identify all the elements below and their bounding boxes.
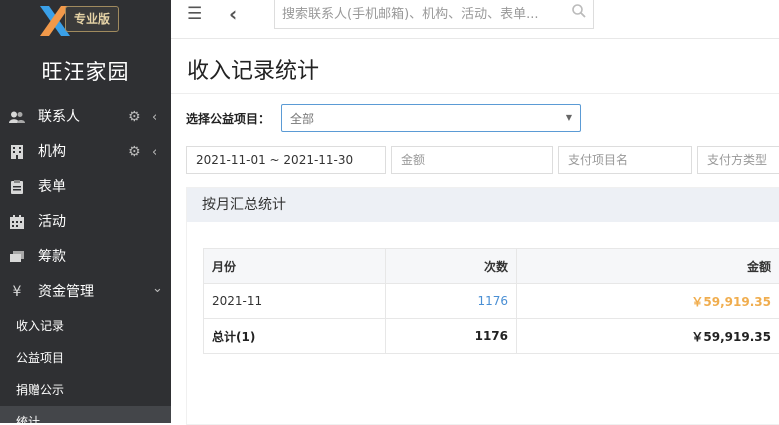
table-row: 2021-11 1176 ￥59,919.35 (204, 284, 779, 319)
cell-amount: ￥59,919.35 (517, 284, 779, 319)
sidebar-item-label: 表单 (38, 179, 66, 195)
payer-type-input[interactable] (698, 147, 779, 173)
contacts-icon (8, 100, 26, 135)
page-header: 收入记录统计 (171, 39, 779, 94)
column-header-amount[interactable]: 金额 (517, 249, 779, 284)
sidebar-item-fund-management[interactable]: ¥ 资金管理 ⌄ (0, 275, 171, 310)
search-box (274, 0, 594, 29)
payer-type-field[interactable] (697, 146, 779, 174)
topbar: ☰ ‹ (171, 0, 779, 39)
chevron-left-icon[interactable]: ‹ (152, 135, 157, 170)
search-icon[interactable] (571, 3, 587, 19)
app-name: 旺汪家园 (0, 56, 171, 86)
date-range-field[interactable] (186, 146, 386, 174)
cell-month: 2021-11 (204, 284, 386, 319)
project-select-value: 全部 (290, 110, 314, 127)
sidebar-item-contacts[interactable]: 联系人 ⚙ ‹ (0, 100, 171, 135)
sidebar-item-label: 活动 (38, 214, 66, 230)
amount-input[interactable] (392, 147, 552, 173)
item-name-field[interactable] (558, 146, 692, 174)
column-header-month[interactable]: 月份 (204, 249, 386, 284)
gear-icon[interactable]: ⚙ (128, 100, 141, 135)
column-header-count[interactable]: 次数 (386, 249, 517, 284)
total-label: 总计(1) (204, 319, 386, 354)
building-icon (8, 135, 26, 170)
sidebar-item-label: 联系人 (38, 109, 80, 125)
gear-icon[interactable]: ⚙ (128, 135, 141, 170)
clipboard-icon (8, 170, 26, 205)
search-input[interactable] (280, 3, 564, 25)
sidebar-item-forms[interactable]: 表单 (0, 170, 171, 205)
cell-count-link[interactable]: 1176 (386, 284, 517, 319)
project-filter-label: 选择公益项目： (186, 110, 270, 127)
calendar-icon (8, 205, 26, 240)
sidebar-item-activities[interactable]: 活动 (0, 205, 171, 240)
sidebar-item-label: 筹款 (38, 249, 66, 265)
monthly-stats-table: 月份 次数 金额 2021-11 1176 ￥59,919.35 总计(1) 1… (203, 248, 779, 354)
sidebar-subitem-charity-projects[interactable]: 公益项目 (0, 342, 171, 374)
logo-area: 专业版 旺汪家园 (0, 0, 171, 100)
project-select[interactable]: 全部 ▼ (281, 104, 581, 132)
sidebar-item-label: 机构 (38, 144, 66, 160)
money-icon (8, 240, 26, 275)
sidebar-subitem-income-records[interactable]: 收入记录 (0, 310, 171, 342)
total-amount: ￥59,919.35 (517, 319, 779, 354)
amount-field[interactable] (391, 146, 553, 174)
caret-down-icon: ▼ (566, 113, 572, 122)
sidebar-item-label: 资金管理 (38, 284, 94, 300)
table-header-row: 月份 次数 金额 (204, 249, 779, 284)
hamburger-menu-icon[interactable]: ☰ (187, 4, 202, 24)
chevron-down-icon[interactable]: ⌄ (152, 271, 163, 306)
yen-icon: ¥ (8, 275, 26, 310)
chevron-left-icon[interactable]: ‹ (229, 2, 237, 26)
page-title: 收入记录统计 (187, 53, 319, 85)
date-range-input[interactable] (187, 147, 385, 173)
item-name-input[interactable] (559, 147, 691, 173)
edition-badge: 专业版 (65, 6, 119, 32)
sidebar: 专业版 旺汪家园 联系人 ⚙ ‹ 机构 ⚙ ‹ 表单 活动 筹款 ¥ (0, 0, 171, 423)
panel-title: 按月汇总统计 (187, 188, 779, 222)
chevron-left-icon[interactable]: ‹ (152, 100, 157, 135)
sidebar-item-organizations[interactable]: 机构 ⚙ ‹ (0, 135, 171, 170)
sidebar-item-fundraising[interactable]: 筹款 (0, 240, 171, 275)
sidebar-subitem-statistics[interactable]: 统计 (0, 406, 171, 423)
total-count: 1176 (386, 319, 517, 354)
monthly-summary-panel: 按月汇总统计 月份 次数 金额 2021-11 1176 ￥59,919.35 … (186, 187, 779, 425)
table-total-row: 总计(1) 1176 ￥59,919.35 (204, 319, 779, 354)
sidebar-subitem-donation-disclosure[interactable]: 捐赠公示 (0, 374, 171, 406)
